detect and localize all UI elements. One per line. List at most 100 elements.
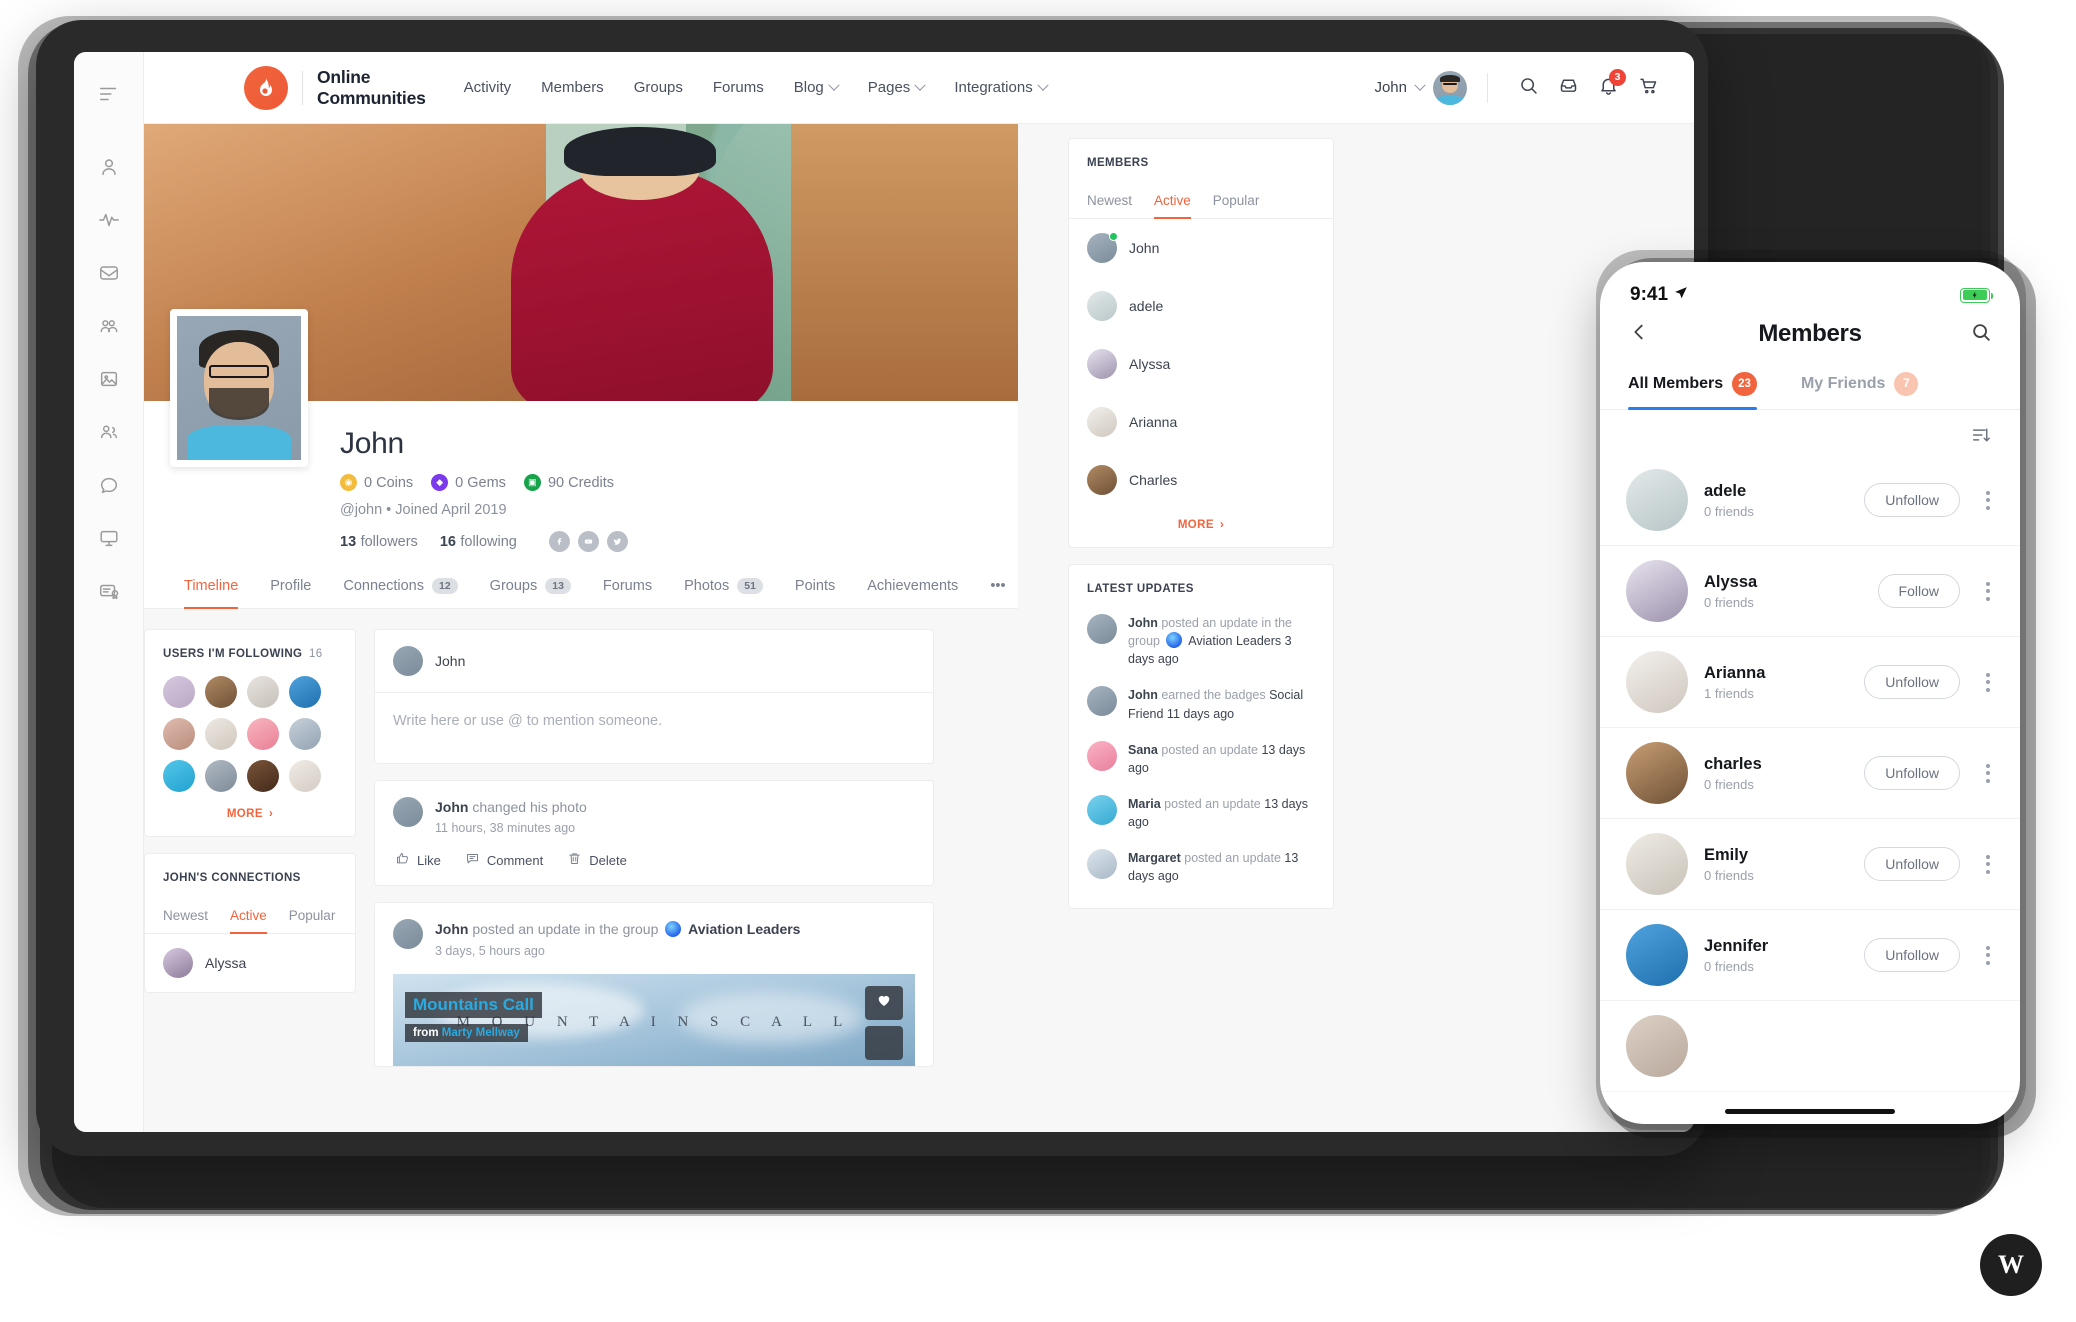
sort-descending-icon[interactable] [1970,426,1992,449]
nav-item-members[interactable]: Members [541,79,604,96]
rail-item-photos[interactable] [74,355,144,408]
follow-toggle-button[interactable]: Unfollow [1864,665,1960,699]
tab-achievements[interactable]: Achievements [851,578,974,608]
nav-item-integrations[interactable]: Integrations [954,79,1049,96]
nav-item-pages[interactable]: Pages [868,79,926,96]
phone-tab-my-friends[interactable]: My Friends 7 [1801,372,1919,409]
following-stat[interactable]: 16 following [440,533,517,551]
connections-subtab-newest[interactable]: Newest [163,908,208,933]
activity-actor[interactable]: John [435,799,468,815]
row-menu-icon[interactable] [1976,672,1994,692]
list-item[interactable]: John [1069,219,1333,277]
profile-photo[interactable] [170,309,308,467]
avatar[interactable] [393,797,423,827]
user-menu[interactable]: John [1374,70,1467,105]
list-item[interactable]: Alyssa [1069,335,1333,393]
follow-toggle-button[interactable]: Unfollow [1864,938,1960,972]
tab-profile[interactable]: Profile [254,578,327,608]
avatar[interactable] [1433,70,1467,105]
update-actor[interactable]: Sana [1128,743,1158,757]
rail-item-messages[interactable] [74,249,144,302]
tab-photos[interactable]: Photos 51 [668,578,779,608]
tab-groups[interactable]: Groups 13 [474,578,587,608]
follow-toggle-button[interactable]: Follow [1877,574,1960,608]
inbox-button[interactable] [1548,68,1588,108]
avatar[interactable] [289,676,321,708]
avatar[interactable] [163,718,195,750]
row-menu-icon[interactable] [1976,581,1994,601]
row-menu-icon[interactable] [1976,490,1994,510]
avatar[interactable] [247,760,279,792]
tab-more-overflow[interactable]: ••• [974,578,1021,608]
cart-button[interactable] [1628,68,1668,108]
list-item[interactable]: Charles [1069,451,1333,509]
like-button[interactable]: Like [395,851,441,869]
embed-secondary-button[interactable] [865,1025,903,1060]
delete-button[interactable]: Delete [567,851,627,869]
avatar[interactable] [205,676,237,708]
follow-toggle-button[interactable]: Unfollow [1864,847,1960,881]
youtube-icon[interactable] [577,531,599,552]
members-more-link[interactable]: MORE › [1069,509,1333,547]
rail-item-members[interactable] [74,408,144,461]
phone-search-button[interactable] [1970,321,1992,348]
comment-button[interactable]: Comment [465,851,543,869]
avatar[interactable] [247,676,279,708]
brand[interactable]: Online Communities [244,65,426,110]
avatar[interactable] [247,718,279,750]
members-subtab-newest[interactable]: Newest [1087,193,1132,218]
embedded-media-card[interactable]: M O U N T A I N S C A L L Mountains Call… [393,973,915,1066]
follow-toggle-button[interactable]: Unfollow [1864,756,1960,790]
table-row[interactable]: Arianna 1 friends Unfollow [1600,637,2020,728]
phone-tab-all-members[interactable]: All Members 23 [1628,372,1757,410]
members-subtab-active[interactable]: Active [1154,193,1191,219]
avatar[interactable] [163,760,195,792]
tab-connections[interactable]: Connections 12 [327,578,473,608]
rail-item-groups[interactable] [74,302,144,355]
table-row[interactable]: Jennifer 0 friends Unfollow [1600,910,2020,1001]
tab-points[interactable]: Points [779,578,851,608]
table-row[interactable]: Emily 0 friends Unfollow [1600,819,2020,910]
activity-group[interactable]: Aviation Leaders [688,921,800,937]
table-row[interactable]: Alyssa 0 friends Follow [1600,546,2020,637]
update-actor[interactable]: Maria [1128,797,1161,811]
tab-timeline[interactable]: Timeline [168,578,254,609]
rail-item-activity[interactable] [74,196,144,249]
table-row[interactable] [1600,1001,2020,1092]
composer-input[interactable]: Write here or use @ to mention someone. [375,693,933,763]
connections-subtab-active[interactable]: Active [230,908,267,934]
list-item[interactable]: Maria posted an update 13 days ago [1069,786,1333,840]
follow-toggle-button[interactable]: Unfollow [1864,483,1960,517]
notifications-button[interactable]: 3 [1588,68,1628,108]
list-item[interactable]: John posted an update in the group Aviat… [1069,605,1333,677]
list-item[interactable]: John earned the badges Social Friend 11 … [1069,677,1333,731]
avatar[interactable] [205,718,237,750]
avatar[interactable] [205,760,237,792]
row-menu-icon[interactable] [1976,763,1994,783]
table-row[interactable]: adele 0 friends Unfollow [1600,455,2020,546]
row-menu-icon[interactable] [1976,854,1994,874]
rail-item-profile[interactable] [74,143,144,196]
update-actor[interactable]: Margaret [1128,851,1181,865]
list-item[interactable]: Margaret posted an update 13 days ago [1069,840,1333,894]
rail-item-courses[interactable] [74,514,144,567]
nav-item-groups[interactable]: Groups [634,79,683,96]
avatar[interactable] [393,919,423,950]
tab-forums[interactable]: Forums [587,578,668,608]
facebook-icon[interactable] [548,531,570,552]
update-target[interactable]: Aviation Leaders [1188,634,1281,648]
avatar[interactable] [289,760,321,792]
rail-item-forums[interactable] [74,461,144,514]
connections-subtab-popular[interactable]: Popular [289,908,336,933]
avatar[interactable] [163,676,195,708]
activity-actor[interactable]: John [435,921,468,937]
following-more-link[interactable]: MORE › [145,798,355,836]
row-menu-icon[interactable] [1976,945,1994,965]
list-item[interactable]: Alyssa [145,934,355,992]
members-subtab-popular[interactable]: Popular [1213,193,1260,218]
list-item[interactable]: adele [1069,277,1333,335]
twitter-icon[interactable] [606,531,628,552]
table-row[interactable]: charles 0 friends Unfollow [1600,728,2020,819]
favorite-button[interactable] [865,985,903,1020]
rail-item-menu[interactable] [74,70,144,123]
